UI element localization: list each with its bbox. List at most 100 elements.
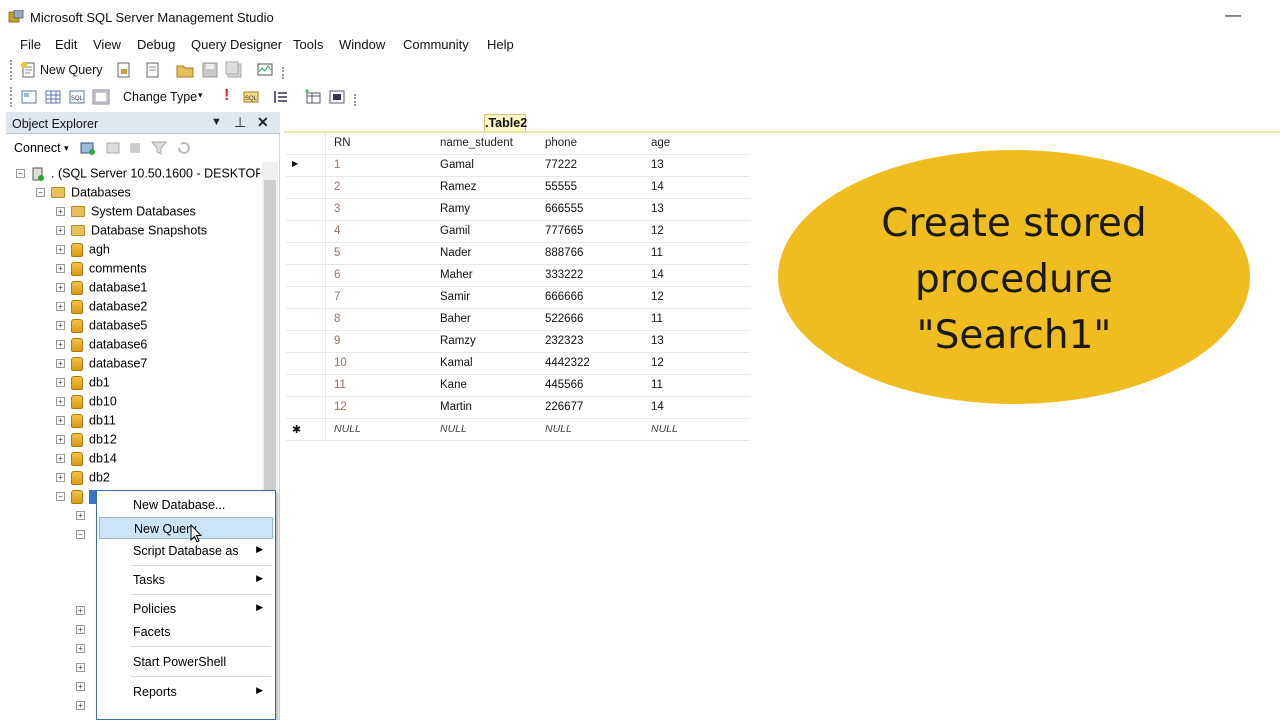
table-cell[interactable]: 522666 (545, 313, 583, 325)
table-cell[interactable]: Ramy (440, 203, 470, 215)
filter-icon[interactable] (151, 140, 167, 156)
table-row[interactable]: 10 Kamal 4442322 12 (286, 353, 750, 375)
new-row[interactable]: ✱ NULL NULL NULL NULL (286, 419, 750, 441)
table-cell[interactable]: 777665 (545, 225, 583, 237)
add-table-icon[interactable] (304, 88, 322, 106)
table-cell[interactable]: 8 (334, 313, 340, 325)
tree-item-database[interactable]: + db11 (56, 413, 116, 432)
table-cell[interactable]: 13 (651, 203, 664, 215)
row-selector[interactable] (286, 287, 326, 309)
menu-query-designer[interactable]: Query Designer (191, 37, 282, 52)
expand-icon[interactable]: + (56, 416, 65, 426)
tree-child-node[interactable]: − (76, 527, 91, 546)
table-cell[interactable]: 6 (334, 269, 340, 281)
table-cell[interactable]: 3 (334, 203, 340, 215)
table-cell[interactable]: 11 (334, 379, 346, 391)
toolbar-grip[interactable] (10, 87, 14, 107)
expand-icon[interactable]: + (56, 359, 65, 369)
tab-table2[interactable]: .Table2 (484, 114, 527, 132)
expand-icon[interactable]: + (56, 454, 65, 464)
menu-view[interactable]: View (93, 37, 121, 52)
menu-item-script-database-as[interactable]: Script Database as ▶ (99, 540, 273, 562)
menu-debug[interactable]: Debug (137, 37, 175, 52)
table-cell[interactable]: 55555 (545, 181, 577, 193)
new-file-icon[interactable] (144, 61, 162, 79)
row-selector[interactable] (286, 243, 326, 265)
null-cell[interactable]: NULL (440, 423, 467, 435)
panel-dropdown-icon[interactable]: ▼ (211, 116, 222, 128)
menu-file[interactable]: File (20, 37, 41, 52)
disconnect-icon[interactable] (105, 140, 121, 156)
expand-icon[interactable]: + (56, 435, 65, 445)
table-cell[interactable]: Maher (440, 269, 473, 281)
table-cell[interactable]: Ramez (440, 181, 476, 193)
table-cell[interactable]: 666666 (545, 291, 583, 303)
column-header[interactable]: phone (545, 137, 577, 149)
change-type-dropdown-icon[interactable]: ▾ (198, 90, 203, 101)
row-selector[interactable] (286, 199, 326, 221)
tree-item-database[interactable]: + db1 (56, 375, 110, 394)
expand-icon[interactable]: + (56, 264, 65, 274)
table-cell[interactable]: 9 (334, 335, 340, 347)
table-cell[interactable]: Ramzy (440, 335, 476, 347)
null-cell[interactable]: NULL (651, 423, 678, 435)
table-cell[interactable]: 14 (651, 181, 664, 193)
expand-icon[interactable]: + (56, 302, 65, 312)
table-row[interactable]: 9 Ramzy 232323 13 (286, 331, 750, 353)
table-cell[interactable]: 10 (334, 357, 347, 369)
open-folder-icon[interactable] (176, 61, 194, 79)
table-cell[interactable]: 11 (651, 247, 663, 259)
table-row[interactable]: 12 Martin 226677 14 (286, 397, 750, 419)
expand-icon[interactable]: + (76, 606, 85, 616)
refresh-icon[interactable] (176, 140, 192, 156)
table-cell[interactable]: 445566 (545, 379, 583, 391)
menu-item-new-database[interactable]: New Database... (99, 494, 273, 516)
null-cell[interactable]: NULL (334, 423, 361, 435)
menu-tools[interactable]: Tools (293, 37, 323, 52)
toolbar-grip[interactable] (10, 60, 14, 80)
table-cell[interactable]: Gamil (440, 225, 470, 237)
table-cell[interactable]: Gamal (440, 159, 474, 171)
collapse-icon[interactable]: − (56, 492, 65, 502)
tree-item-database[interactable]: + database5 (56, 318, 147, 337)
table-cell[interactable]: 4442322 (545, 357, 590, 369)
close-icon[interactable]: ✕ (257, 114, 269, 131)
column-header[interactable]: RN (334, 137, 351, 149)
table-cell[interactable]: 1 (334, 159, 340, 171)
toolbar-overflow[interactable] (282, 67, 286, 79)
table-cell[interactable]: 226677 (545, 401, 583, 413)
save-all-icon[interactable] (225, 61, 243, 79)
table-cell[interactable]: Nader (440, 247, 471, 259)
table-cell[interactable]: 7 (334, 291, 340, 303)
menu-item-facets[interactable]: Facets (99, 621, 273, 643)
menu-item-tasks[interactable]: Tasks ▶ (99, 569, 273, 591)
scrollbar-thumb[interactable] (264, 180, 276, 510)
column-header[interactable]: name_student (440, 137, 513, 149)
activity-monitor-icon[interactable] (256, 61, 274, 79)
results-pane-icon[interactable] (92, 88, 110, 106)
collapse-icon[interactable]: − (36, 188, 45, 198)
table-cell[interactable]: 13 (651, 335, 664, 347)
row-selector[interactable]: ✱ (286, 419, 326, 441)
expand-icon[interactable]: + (76, 511, 85, 521)
table-cell[interactable]: Martin (440, 401, 472, 413)
add-derived-table-icon[interactable] (328, 88, 346, 106)
group-by-icon[interactable] (272, 88, 290, 106)
expand-icon[interactable]: + (56, 283, 65, 293)
header-corner[interactable] (286, 133, 326, 155)
sql-pane-icon[interactable]: SQL (68, 88, 86, 106)
column-header[interactable]: age (651, 137, 670, 149)
collapse-icon[interactable]: − (76, 530, 85, 540)
tree-item-database[interactable]: + agh (56, 242, 110, 261)
row-selector[interactable] (286, 265, 326, 287)
expand-icon[interactable]: + (56, 321, 65, 331)
row-selector[interactable] (286, 375, 326, 397)
tree-item-database-snapshots[interactable]: + Database Snapshots (56, 223, 207, 242)
table-row[interactable]: 2 Ramez 55555 14 (286, 177, 750, 199)
menu-item-policies[interactable]: Policies ▶ (99, 598, 273, 620)
expand-icon[interactable]: + (76, 701, 85, 711)
table-row[interactable]: 7 Samir 666666 12 (286, 287, 750, 309)
tree-child-node[interactable]: + (76, 603, 91, 622)
diagram-pane-icon[interactable] (20, 88, 38, 106)
table-cell[interactable]: 232323 (545, 335, 583, 347)
